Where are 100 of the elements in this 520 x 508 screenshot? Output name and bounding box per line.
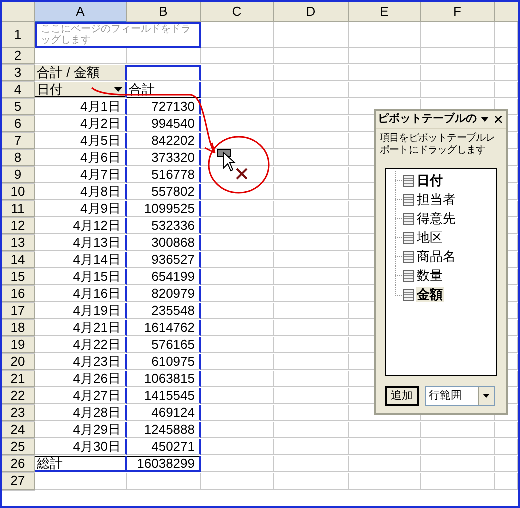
- row-header[interactable]: 26: [2, 456, 35, 472]
- value-cell: 516778: [152, 167, 195, 182]
- add-button[interactable]: 追加: [385, 386, 419, 406]
- row-header[interactable]: 12: [2, 218, 35, 234]
- row-header[interactable]: 16: [2, 286, 35, 302]
- table-cell: [495, 422, 518, 438]
- value-cell: 300868: [152, 235, 195, 250]
- value-cell: 373320: [152, 150, 195, 165]
- table-cell: [349, 473, 421, 490]
- date-cell: 4月15日: [73, 269, 121, 284]
- field-icon: [403, 288, 414, 300]
- row-header[interactable]: 22: [2, 388, 35, 404]
- field-icon: [403, 212, 414, 224]
- row-header[interactable]: 6: [2, 116, 35, 132]
- field-icon: [403, 232, 414, 244]
- field-item[interactable]: 日付: [416, 173, 444, 188]
- row-header[interactable]: 19: [2, 337, 35, 353]
- field-item[interactable]: 得意先: [416, 211, 457, 226]
- date-cell: 4月21日: [73, 320, 121, 335]
- date-cell: 4月8日: [80, 184, 121, 199]
- value-cell: 727130: [152, 99, 195, 114]
- date-cell: 4月30日: [73, 439, 121, 454]
- table-cell: [349, 65, 421, 81]
- value-cell: 1614762: [144, 320, 195, 335]
- drag-cursor-icon: [218, 150, 236, 172]
- date-cell: 4月23日: [73, 354, 121, 369]
- field-item[interactable]: 数量: [416, 268, 444, 283]
- row-header[interactable]: 7: [2, 133, 35, 149]
- table-cell: [349, 48, 421, 64]
- value-cell: 820979: [152, 286, 195, 301]
- row-header[interactable]: 1: [2, 22, 35, 48]
- field-icon: [403, 270, 414, 282]
- column-header[interactable]: A: [35, 2, 127, 22]
- row-header[interactable]: 20: [2, 354, 35, 370]
- row-field-button[interactable]: 日付: [35, 82, 125, 97]
- field-item[interactable]: 商品名: [416, 249, 457, 264]
- row-header[interactable]: 13: [2, 235, 35, 251]
- row-header[interactable]: 5: [2, 99, 35, 115]
- dropdown-icon[interactable]: [481, 117, 489, 122]
- date-cell: 4月14日: [73, 252, 121, 267]
- row-header[interactable]: 8: [2, 150, 35, 166]
- value-cell: 936527: [152, 252, 195, 267]
- dropdown-icon[interactable]: [483, 394, 490, 398]
- row-header[interactable]: 11: [2, 201, 35, 217]
- table-cell: [349, 439, 421, 455]
- close-icon[interactable]: [495, 116, 502, 123]
- row-header[interactable]: 15: [2, 269, 35, 285]
- value-cell: 532336: [152, 218, 195, 233]
- row-field-label: 日付: [37, 82, 63, 96]
- date-cell: 4月5日: [80, 133, 121, 148]
- panel-instructions: 項目をピボットテーブルレポートにドラッグします: [379, 132, 496, 157]
- value-cell: 450271: [152, 439, 195, 454]
- row-header[interactable]: 3: [2, 65, 35, 81]
- value-cell: 576165: [152, 337, 195, 352]
- column-header[interactable]: E: [349, 2, 421, 22]
- area-select[interactable]: 行範囲: [425, 386, 495, 406]
- row-header[interactable]: 23: [2, 405, 35, 421]
- panel-title: ピボットテーブルの: [378, 112, 477, 127]
- row-header[interactable]: 24: [2, 422, 35, 438]
- row-header[interactable]: 2: [2, 48, 35, 64]
- table-cell: [495, 65, 518, 81]
- row-header[interactable]: 25: [2, 439, 35, 455]
- data-field-label: 合計 / 金額: [35, 65, 125, 80]
- table-cell: [495, 473, 518, 490]
- date-cell: 4月13日: [73, 235, 121, 250]
- column-header[interactable]: B: [127, 2, 201, 22]
- table-cell: [349, 82, 421, 98]
- row-header[interactable]: 10: [2, 184, 35, 200]
- value-cell: 1415545: [144, 388, 195, 403]
- row-header[interactable]: 9: [2, 167, 35, 183]
- table-cell: [495, 22, 518, 48]
- column-header[interactable]: F: [421, 2, 495, 22]
- value-cell: 654199: [152, 269, 195, 284]
- highlight-circle: [208, 136, 270, 194]
- table-cell: [495, 48, 518, 64]
- row-header[interactable]: 14: [2, 252, 35, 268]
- column-header[interactable]: C: [201, 2, 274, 22]
- column-header[interactable]: D: [274, 2, 349, 22]
- table-cell: [495, 456, 518, 472]
- row-header[interactable]: 4: [2, 82, 35, 98]
- row-header[interactable]: 18: [2, 320, 35, 336]
- value-cell: 469124: [152, 405, 195, 420]
- date-cell: 4月6日: [80, 150, 121, 165]
- value-cell: 235548: [152, 303, 195, 318]
- row-header[interactable]: 17: [2, 303, 35, 319]
- field-item[interactable]: 地区: [416, 230, 444, 245]
- date-cell: 4月9日: [80, 201, 121, 216]
- dropdown-icon[interactable]: [114, 86, 123, 92]
- field-icon: [403, 174, 414, 186]
- row-header[interactable]: 21: [2, 371, 35, 387]
- field-item[interactable]: 金額: [416, 287, 444, 302]
- row-header[interactable]: 27: [2, 473, 35, 490]
- date-cell: 4月16日: [73, 286, 121, 301]
- field-item[interactable]: 担当者: [416, 192, 457, 207]
- date-cell: 4月28日: [73, 405, 121, 420]
- table-cell: [495, 82, 518, 98]
- table-cell: [495, 439, 518, 455]
- table-cell: [349, 422, 421, 438]
- date-cell: 4月7日: [80, 167, 121, 182]
- value-cell: 842202: [152, 133, 195, 148]
